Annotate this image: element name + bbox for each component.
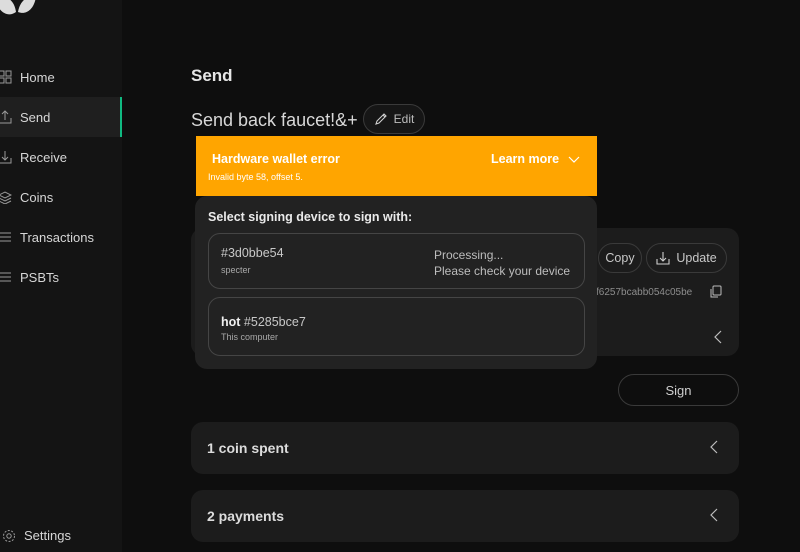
sidebar-item-label: Coins [20,189,54,205]
sign-button-label: Sign [665,382,692,398]
sign-button[interactable]: Sign [618,374,739,406]
gear-icon [3,529,15,542]
error-banner: Hardware wallet error Invalid byte 58, o… [196,136,597,196]
device-fingerprint: #5285bce7 [243,315,306,329]
modal-title: Select signing device to sign with: [208,210,413,224]
error-message: Invalid byte 58, offset 5. [208,172,303,182]
list-icon [0,270,12,284]
learn-more-link[interactable]: Learn more [491,152,559,166]
update-button-label: Update [676,251,717,265]
sidebar-item-psbts[interactable]: PSBTs [0,257,122,297]
sidebar-item-transactions[interactable]: Transactions [0,217,122,257]
sidebar: Home Send Receive Coins Transactions PSB… [0,0,122,552]
chevron-left-icon [710,440,718,454]
sidebar-item-send[interactable]: Send [0,97,122,137]
pencil-icon [374,113,387,125]
device-status-line: Please check your device [434,264,571,278]
payments-section[interactable]: 2 payments [191,490,739,542]
sidebar-item-label: Receive [20,149,67,165]
sidebar-item-label: Transactions [20,229,94,245]
download-icon [656,252,670,265]
signing-device-modal: Select signing device to sign with: #3d0… [195,196,597,369]
sidebar-item-label: Send [20,109,51,125]
device-option[interactable]: hot #5285bce7 This computer [208,297,585,356]
edit-button-label: Edit [393,112,415,126]
coins-spent-label: 1 coin spent [207,440,289,456]
chevron-left-icon [710,508,718,522]
device-status-line: Processing... [434,248,504,262]
sidebar-item-label: Settings [24,528,71,543]
sidebar-item-coins[interactable]: Coins [0,177,122,217]
device-kind: This computer [221,332,279,342]
coins-icon [0,190,12,204]
chevron-down-icon[interactable] [568,156,580,164]
sidebar-item-label: PSBTs [20,269,60,285]
payments-label: 2 payments [207,508,285,524]
device-alias: hot [221,315,241,329]
sidebar-item-settings[interactable]: Settings [0,528,71,543]
sidebar-item-label: Home [20,69,55,85]
sidebar-item-home[interactable]: Home [0,57,122,97]
chevron-left-icon[interactable] [712,330,724,344]
copy-button[interactable]: Copy [598,243,642,273]
device-fingerprint: #3d0bbe54 [221,246,284,260]
home-grid-icon [0,70,12,84]
transaction-label: Send back faucet!&+ [191,110,358,130]
copy-button-label: Copy [605,251,635,265]
device-name: hot #5285bce7 [221,315,306,329]
coins-spent-section[interactable]: 1 coin spent [191,422,739,474]
device-kind: specter [221,265,251,275]
device-option[interactable]: #3d0bbe54 specter Processing... Please c… [208,233,585,289]
receive-icon [0,150,12,164]
error-title: Hardware wallet error [212,152,340,166]
page-title: Send [191,66,233,85]
sidebar-item-receive[interactable]: Receive [0,137,122,177]
device-status: Processing... Please check your device [434,247,570,279]
send-icon [0,110,12,124]
app-logo-icon [0,0,36,15]
update-button[interactable]: Update [646,243,727,273]
edit-label-button[interactable]: Edit [363,104,425,134]
transaction-id: f6257bcabb054c05be [596,287,693,298]
copy-icon[interactable] [710,285,722,298]
list-icon [0,230,12,244]
